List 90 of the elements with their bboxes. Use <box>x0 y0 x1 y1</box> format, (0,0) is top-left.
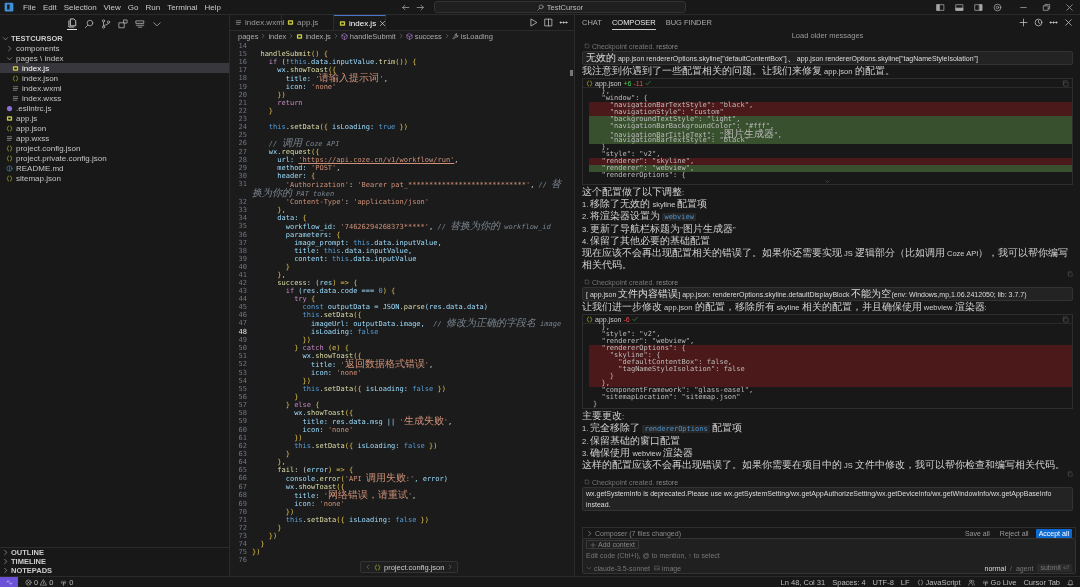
more-icon[interactable] <box>1049 18 1058 27</box>
extensions-icon[interactable] <box>118 19 128 29</box>
tree-item[interactable]: project.private.config.json <box>0 153 229 163</box>
braces-icon <box>586 79 593 87</box>
braces-icon <box>6 154 13 162</box>
editor-tab[interactable]: index.js <box>334 15 386 30</box>
antenna-icon <box>981 578 989 586</box>
braces-icon <box>586 315 593 323</box>
js-file-icon <box>339 19 346 27</box>
menu-item[interactable]: Selection <box>63 2 97 12</box>
plus-icon[interactable] <box>1019 18 1028 27</box>
tree-item[interactable]: components <box>0 43 229 53</box>
warning-icon <box>40 578 48 586</box>
js-file-icon <box>12 64 19 72</box>
people-icon[interactable] <box>967 578 975 586</box>
js-file-icon <box>287 19 294 26</box>
bell-icon[interactable] <box>1067 578 1074 586</box>
lines-icon <box>235 19 242 26</box>
chevron-icon <box>332 33 339 39</box>
chevron-icon <box>260 33 267 39</box>
js-file-icon <box>296 32 304 40</box>
braces-icon <box>374 563 381 571</box>
panel-toggle-icon[interactable] <box>955 2 964 12</box>
close-icon[interactable] <box>1065 2 1074 12</box>
logo-icon <box>4 2 14 12</box>
chevron-icon <box>288 33 295 39</box>
chevron-icon <box>397 33 404 39</box>
search-icon[interactable] <box>84 19 94 29</box>
split-editor-icon[interactable] <box>544 18 553 27</box>
chevron-icon <box>586 565 592 571</box>
braces-icon <box>12 74 19 82</box>
settings-icon[interactable] <box>993 2 1002 12</box>
image-icon <box>654 565 661 571</box>
tree-item[interactable]: project.config.json <box>0 143 229 153</box>
wrench-icon <box>451 32 459 40</box>
secondary-sidebar-toggle-icon[interactable] <box>974 2 983 12</box>
menu-item[interactable]: Edit <box>42 2 57 12</box>
chevron-icon <box>586 529 593 537</box>
error-icon <box>25 578 32 586</box>
tree-item[interactable]: index.wxss <box>0 93 229 103</box>
checkpoint-icon <box>584 479 590 485</box>
branch-icon[interactable] <box>101 19 111 29</box>
tree-item[interactable]: index.wxml <box>0 83 229 93</box>
restore-icon[interactable] <box>1042 2 1051 12</box>
tree-item[interactable]: app.wxss <box>0 133 229 143</box>
circle-icon <box>6 104 13 112</box>
chevron-icon <box>443 33 450 39</box>
plus-icon <box>590 541 596 548</box>
menu-item[interactable]: Terminal <box>167 2 198 12</box>
menu-item[interactable]: File <box>23 2 36 12</box>
lines-icon <box>6 134 13 142</box>
run-icon[interactable] <box>529 18 538 27</box>
tree-item[interactable]: app.json <box>0 123 229 133</box>
sidebar-toggle-icon[interactable] <box>936 2 945 12</box>
close-icon[interactable] <box>1064 18 1073 27</box>
tree-item[interactable]: index.js <box>0 63 229 73</box>
js-file-icon <box>6 114 13 122</box>
editor-tab[interactable]: index.wxml <box>230 15 282 30</box>
tree-item[interactable]: .eslintrc.js <box>0 103 229 113</box>
menu-item[interactable]: View <box>103 2 121 12</box>
lines-icon <box>12 94 19 102</box>
checkpoint-icon <box>584 279 590 285</box>
tree-item[interactable]: index.json <box>0 73 229 83</box>
braces-icon <box>916 578 924 586</box>
lines-icon <box>12 84 19 92</box>
braces-icon <box>6 124 13 132</box>
tree-item[interactable]: pages \ index <box>0 53 229 63</box>
cube-icon <box>340 32 348 40</box>
remote-icon <box>5 578 13 586</box>
cube-icon <box>405 32 413 40</box>
chevron-down-icon[interactable] <box>152 19 162 29</box>
info-icon <box>6 164 13 172</box>
checkpoint-icon <box>584 43 590 49</box>
tree-item[interactable]: sitemap.json <box>0 173 229 183</box>
forward-arrow-icon[interactable] <box>416 2 425 12</box>
history-icon[interactable] <box>1034 18 1043 27</box>
menu-item[interactable]: Help <box>204 2 221 12</box>
more-icon[interactable] <box>559 18 568 27</box>
menu-item[interactable]: Go <box>127 2 139 12</box>
menu-item[interactable]: Run <box>145 2 161 12</box>
files-icon[interactable] <box>67 18 77 30</box>
braces-icon <box>6 174 13 182</box>
back-arrow-icon[interactable] <box>401 2 410 12</box>
stack-icon[interactable] <box>135 19 145 29</box>
braces-icon <box>6 144 13 152</box>
search-icon <box>536 3 544 11</box>
tree-item[interactable]: README.md <box>0 163 229 173</box>
antenna-icon <box>60 578 68 586</box>
scrollbar[interactable] <box>570 70 573 76</box>
tree-item[interactable]: app.js <box>0 113 229 123</box>
